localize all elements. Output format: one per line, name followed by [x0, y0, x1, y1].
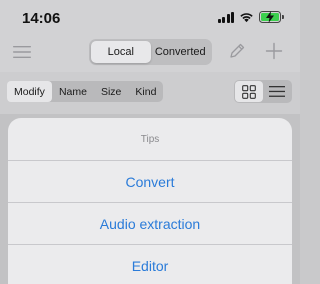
sort-size[interactable]: Size: [94, 81, 128, 102]
wifi-icon: [240, 13, 253, 23]
plus-icon[interactable]: [265, 42, 283, 60]
sort-kind[interactable]: Kind: [128, 81, 163, 102]
sort-modify[interactable]: Modify: [7, 81, 52, 102]
list-view-button[interactable]: [263, 81, 291, 102]
toolbar: Local Converted: [0, 36, 300, 72]
segment-converted[interactable]: Converted: [151, 41, 211, 63]
audio-extraction-action[interactable]: Audio extraction: [8, 203, 292, 245]
status-icons: [217, 11, 284, 23]
view-mode-control: [234, 80, 292, 103]
battery-cap: [282, 15, 284, 19]
action-sheet-title: Tips: [8, 118, 292, 161]
sort-bar: Modify Name Size Kind: [0, 72, 300, 114]
source-segmented-control: Local Converted: [89, 39, 212, 65]
cellular-signal-icon: [217, 11, 234, 23]
segment-local[interactable]: Local: [91, 41, 151, 63]
grid-icon: [242, 84, 256, 99]
sort-name[interactable]: Name: [52, 81, 94, 102]
pencil-icon[interactable]: [228, 42, 246, 60]
list-icon: [269, 86, 285, 97]
status-time: 14:06: [22, 10, 61, 27]
convert-action[interactable]: Convert: [8, 161, 292, 203]
battery-icon: [259, 11, 281, 23]
status-bar: 14:06: [0, 0, 300, 36]
sort-options: Modify Name Size Kind: [7, 81, 164, 102]
grid-view-button[interactable]: [235, 81, 263, 102]
menu-icon[interactable]: [13, 45, 31, 59]
editor-action[interactable]: Editor: [8, 245, 292, 284]
action-sheet: Tips Convert Audio extraction Editor: [8, 118, 292, 284]
